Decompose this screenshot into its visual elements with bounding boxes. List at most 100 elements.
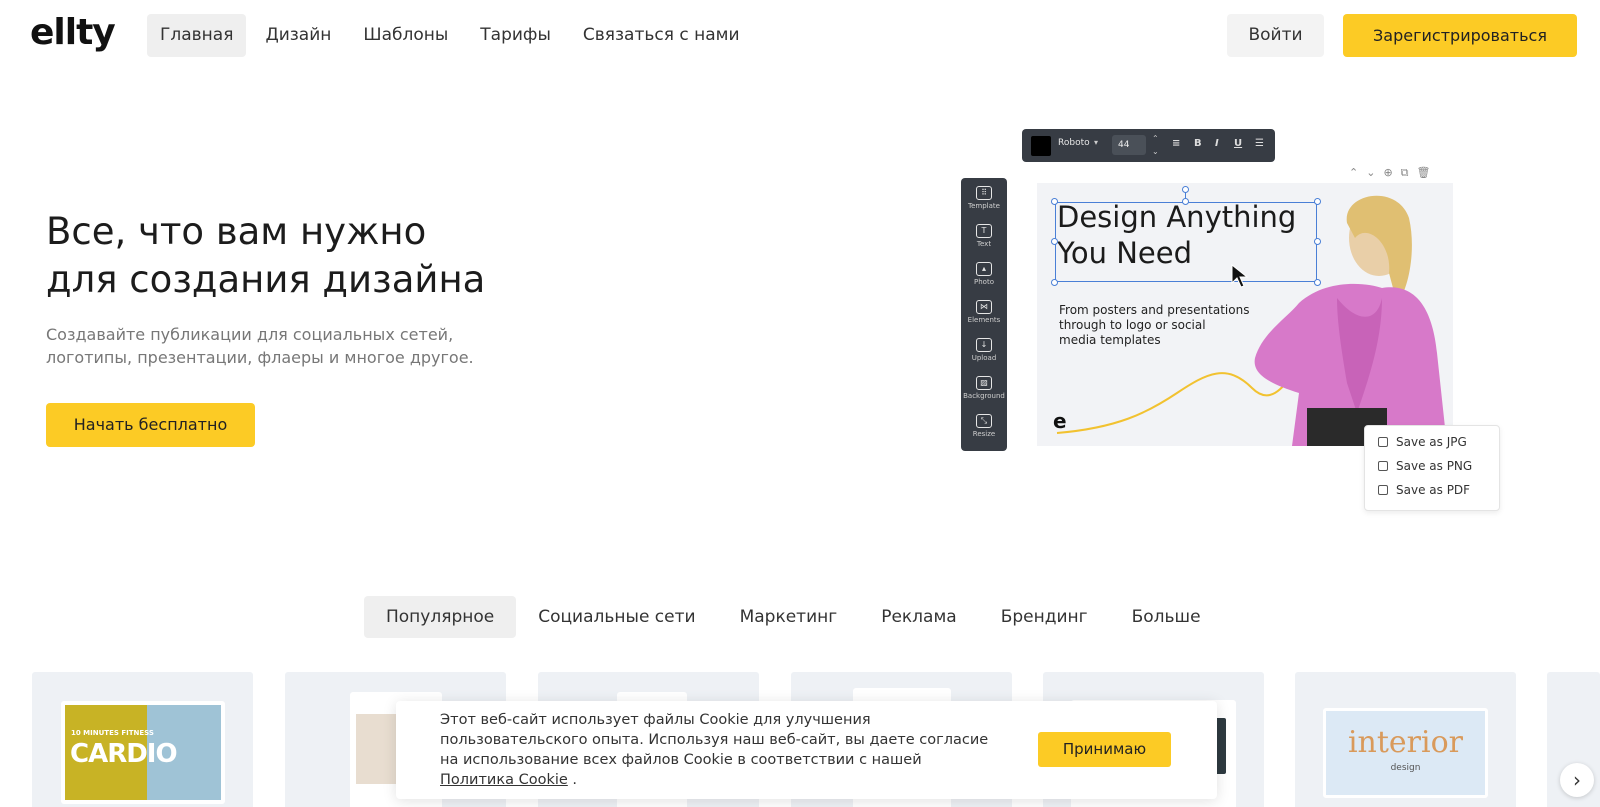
tool-upload: ↓ Upload [961,338,1007,362]
poster-subtitle: 10 MINUTES FITNESS [71,729,154,737]
grid-icon: ⠿ [976,186,992,200]
carousel-next-button[interactable]: › [1560,763,1594,797]
nav-item-templates[interactable]: Шаблоны [350,14,461,57]
size-stepper-icon: ⌃ ⌄ [1152,134,1159,156]
resize-handle [1051,238,1058,245]
save-menu: Save as JPG Save as PNG Save as PDF [1364,425,1500,511]
hero-title-line: Все, что вам нужно [46,210,427,253]
selection-box [1051,186,1321,286]
text-icon: T [976,224,992,238]
canvas-controls: ⌃⌄⊕⧉🗑 [1349,166,1438,180]
upload-icon: ↓ [976,338,992,352]
nav-item-pricing[interactable]: Тарифы [467,14,564,57]
nav-item-home[interactable]: Главная [147,14,247,57]
chevron-down-icon: ▾ [1094,138,1099,147]
tab-popular[interactable]: Популярное [364,596,517,638]
cookie-text-line: Этот веб-сайт использует файлы Cookie дл… [440,712,871,728]
cookie-text-line: на использование всех файлов Cookie в со… [440,752,922,768]
image-icon [1378,461,1388,471]
text-color-swatch [1031,136,1051,156]
align-center-icon: ≡ [1172,138,1181,149]
resize-handle [1314,279,1321,286]
canvas-logo: e [1053,409,1067,433]
tool-text: T Text [961,224,1007,248]
resize-handle [1182,198,1189,205]
tool-label: Text [976,240,992,248]
template-card-fitness[interactable]: 10 MINUTES FITNESS CARDIO [32,672,253,807]
nav-item-contact[interactable]: Связаться с нами [570,14,753,57]
cookie-link-suffix: . [567,772,578,788]
hero-subtitle-line: логотипы, презентации, флаеры и многое д… [46,348,474,367]
site-header: ellty Главная Дизайн Шаблоны Тарифы Связ… [0,0,1600,70]
resize-icon: ⤡ [976,414,992,428]
main-nav: Главная Дизайн Шаблоны Тарифы Связаться … [147,14,759,57]
resize-handle [1314,238,1321,245]
cookie-text-line: пользовательского опыта. Используя наш в… [440,732,989,748]
image-icon [1378,437,1388,447]
tool-label: Template [968,202,1000,210]
template-card-interior[interactable]: interior design [1295,672,1516,807]
tool-label: Photo [974,278,994,286]
save-jpg-item: Save as JPG [1378,435,1467,449]
list-icon: ☰ [1255,138,1264,149]
tool-resize: ⤡ Resize [961,414,1007,438]
resize-handle [1051,198,1058,205]
register-button[interactable]: Зарегистрироваться [1343,14,1577,57]
fitness-poster: 10 MINUTES FITNESS CARDIO [65,705,221,800]
canvas-body-line: through to logo or social [1059,318,1206,332]
move-down-icon: ⌄ [1366,166,1384,179]
tab-more[interactable]: Больше [1110,596,1223,638]
photo-icon: ▴ [976,262,992,276]
save-png-item: Save as PNG [1378,459,1472,473]
save-pdf-item: Save as PDF [1378,483,1470,497]
cookie-text: Этот веб-сайт использует файлы Cookie дл… [440,710,1010,790]
card-thumbnail: interior design [1323,708,1488,798]
design-canvas: Design Anything You Need From posters an… [1037,183,1453,446]
editor-text-toolbar: Roboto ▾ 44 ⌃ ⌄ ≡ B I U ☰ [1022,129,1275,162]
canvas-body-text: From posters and presentations through t… [1059,303,1249,348]
cookie-policy-link[interactable]: Политика Cookie [440,772,568,788]
category-tabs: Популярное Социальные сети Маркетинг Рек… [364,596,1223,638]
card-thumbnail: 10 MINUTES FITNESS CARDIO [61,701,225,804]
start-free-button[interactable]: Начать бесплатно [46,403,255,447]
hero-subtitle: Создавайте публикации для социальных сет… [46,323,566,369]
tool-label: Background [963,392,1005,400]
tab-marketing[interactable]: Маркетинг [718,596,860,638]
tab-social[interactable]: Социальные сети [516,596,717,638]
save-item-label: Save as JPG [1396,435,1467,449]
bold-icon: B [1194,138,1202,149]
poster-title: CARDIO [70,739,178,769]
font-size-field: 44 [1112,135,1146,155]
nav-item-design[interactable]: Дизайн [252,14,344,57]
editor-tool-sidebar: ⠿ Template T Text ▴ Photo ⋈ Elements ↓ U… [961,178,1007,451]
hero-title: Все, что вам нужно для создания дизайна [46,208,606,304]
tab-ads[interactable]: Реклама [859,596,979,638]
accept-cookies-button[interactable]: Принимаю [1038,732,1171,767]
hero-subtitle-line: Создавайте публикации для социальных сет… [46,325,454,344]
font-family-select: Roboto [1058,138,1090,148]
tool-elements: ⋈ Elements [961,300,1007,324]
hero-title-line: для создания дизайна [46,258,486,301]
tool-label: Upload [971,354,997,362]
interior-logo-text: interior [1347,725,1464,760]
canvas-body-line: media templates [1059,333,1161,347]
tab-branding[interactable]: Брендинг [979,596,1110,638]
resize-handle [1314,198,1321,205]
save-item-label: Save as PDF [1396,483,1471,497]
cookie-banner: Этот веб-сайт использует файлы Cookie дл… [396,701,1217,799]
save-item-label: Save as PNG [1396,459,1473,473]
mouse-cursor-icon [1231,263,1249,288]
login-button[interactable]: Войти [1227,14,1324,57]
underline-icon: U [1234,138,1243,149]
move-up-icon: ⌃ [1349,166,1367,179]
background-icon: ▨ [976,376,992,390]
logo[interactable]: ellty [30,12,116,53]
tool-template: ⠿ Template [961,186,1007,210]
italic-icon: I [1215,138,1219,149]
trash-icon: 🗑 [1416,166,1439,179]
elements-icon: ⋈ [976,300,992,314]
duplicate-icon: ⧉ [1400,166,1417,179]
tool-label: Resize [972,430,996,438]
tool-label: Elements [967,316,1001,324]
add-page-icon: ⊕ [1383,166,1401,179]
